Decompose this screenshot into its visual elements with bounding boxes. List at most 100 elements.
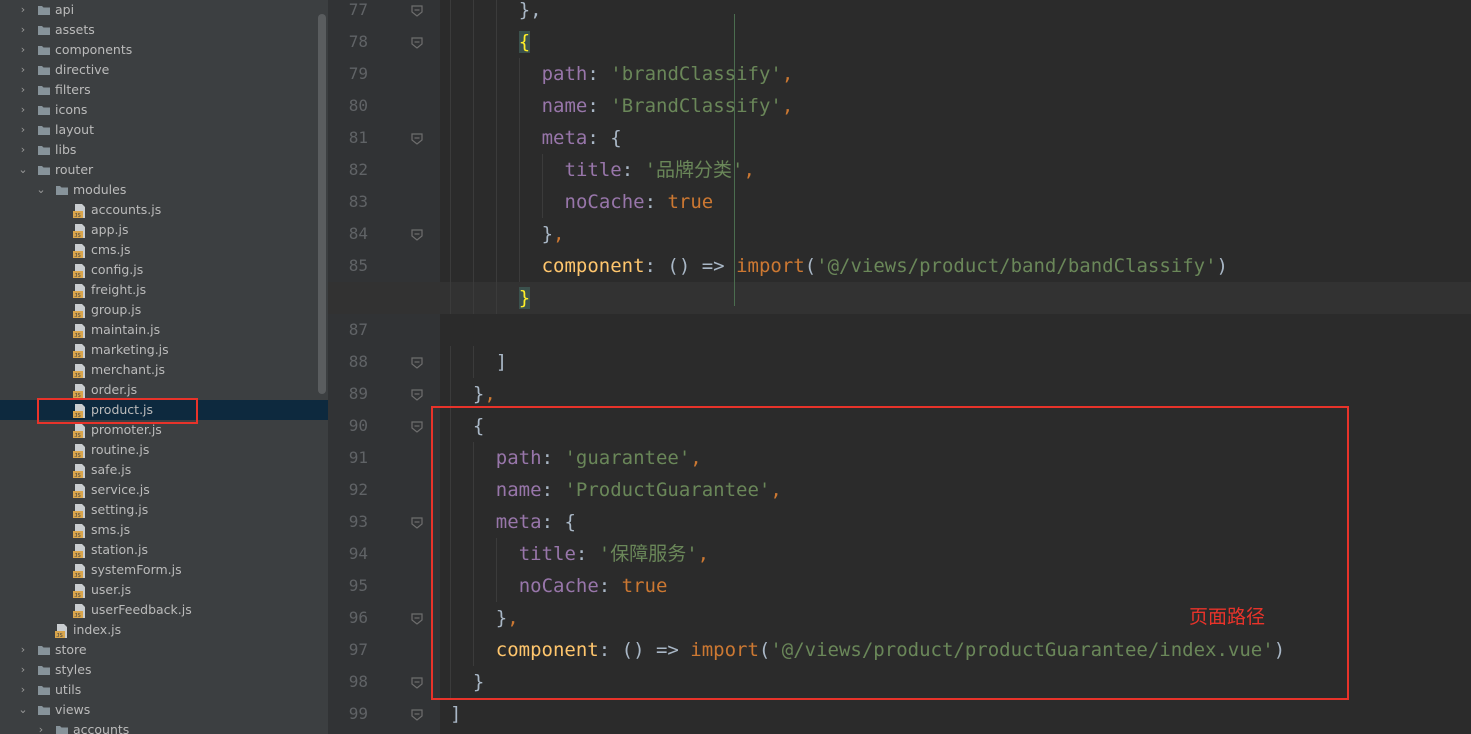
tree-item-utils[interactable]: › utils — [0, 680, 328, 700]
code-line[interactable] — [328, 314, 1471, 346]
js-file-icon: JS — [73, 363, 87, 379]
chevron-right-icon[interactable]: › — [16, 120, 30, 140]
tree-item-marketing-js[interactable]: JS marketing.js — [0, 340, 328, 360]
folder-icon — [37, 63, 51, 77]
tree-item-accounts-js[interactable]: JS accounts.js — [0, 200, 328, 220]
indent-guide — [450, 282, 451, 314]
code-line[interactable]: path: 'brandClassify', — [328, 58, 1471, 90]
chevron-right-icon[interactable]: › — [16, 40, 30, 60]
tree-item-router[interactable]: ⌄ router — [0, 160, 328, 180]
tree-item-api[interactable]: › api — [0, 0, 328, 20]
chevron-right-icon[interactable]: › — [16, 60, 30, 80]
tree-item-assets[interactable]: › assets — [0, 20, 328, 40]
tree-item-systemform-js[interactable]: JS systemForm.js — [0, 560, 328, 580]
code-line[interactable]: ] — [328, 698, 1471, 730]
js-file-icon: JS — [73, 243, 87, 259]
code-line[interactable]: meta: { — [328, 122, 1471, 154]
tree-item-layout[interactable]: › layout — [0, 120, 328, 140]
tree-item-libs[interactable]: › libs — [0, 140, 328, 160]
tree-item-label: router — [55, 162, 94, 177]
tree-item-index-js[interactable]: JS index.js — [0, 620, 328, 640]
tree-item-components[interactable]: › components — [0, 40, 328, 60]
tree-item-station-js[interactable]: JS station.js — [0, 540, 328, 560]
code-line[interactable]: title: '品牌分类', — [328, 154, 1471, 186]
tree-item-filters[interactable]: › filters — [0, 80, 328, 100]
chevron-down-icon[interactable]: ⌄ — [16, 700, 30, 720]
code-line[interactable]: }, — [328, 218, 1471, 250]
indent-guide — [495, 26, 497, 58]
code-token-str: '品牌分类' — [644, 159, 744, 181]
chevron-down-icon[interactable]: ⌄ — [16, 160, 30, 180]
indent-guide — [472, 186, 474, 218]
tree-item-label: marketing.js — [91, 342, 169, 357]
chevron-right-icon[interactable]: › — [16, 680, 30, 700]
code-content: ] — [450, 698, 461, 730]
tree-item-config-js[interactable]: JS config.js — [0, 260, 328, 280]
tree-item-userfeedback-js[interactable]: JS userFeedback.js — [0, 600, 328, 620]
code-token-punc: ( — [804, 255, 817, 277]
svg-text:JS: JS — [74, 473, 81, 479]
tree-item-label: views — [55, 702, 91, 717]
code-line[interactable]: ] — [328, 346, 1471, 378]
tree-item-accounts[interactable]: › accounts — [0, 720, 328, 734]
tree-item-label: layout — [55, 122, 95, 137]
chevron-right-icon[interactable]: › — [16, 640, 30, 660]
js-file-icon: JS — [73, 323, 87, 339]
tree-item-order-js[interactable]: JS order.js — [0, 380, 328, 400]
tree-item-label: station.js — [91, 542, 148, 557]
js-file-icon: JS — [73, 543, 87, 559]
tree-item-styles[interactable]: › styles — [0, 660, 328, 680]
tree-item-service-js[interactable]: JS service.js — [0, 480, 328, 500]
tree-item-routine-js[interactable]: JS routine.js — [0, 440, 328, 460]
indent-guide — [495, 250, 497, 282]
chevron-down-icon[interactable]: ⌄ — [34, 180, 48, 200]
chevron-right-icon[interactable]: › — [16, 660, 30, 680]
code-line[interactable]: } — [328, 282, 1471, 314]
tree-item-label: libs — [55, 142, 77, 157]
js-file-icon: JS — [73, 223, 87, 239]
js-file-icon: JS — [73, 263, 87, 279]
indent-guide — [472, 26, 474, 58]
tree-item-group-js[interactable]: JS group.js — [0, 300, 328, 320]
tree-item-icons[interactable]: › icons — [0, 100, 328, 120]
chevron-right-icon[interactable]: › — [16, 80, 30, 100]
tree-item-cms-js[interactable]: JS cms.js — [0, 240, 328, 260]
js-file-icon: JS — [73, 603, 87, 619]
tree-item-label: app.js — [91, 222, 129, 237]
chevron-right-icon[interactable]: › — [16, 0, 30, 20]
indent-guide — [450, 58, 451, 90]
code-line[interactable]: { — [328, 26, 1471, 58]
code-content: }, — [519, 0, 542, 26]
tree-item-safe-js[interactable]: JS safe.js — [0, 460, 328, 480]
chevron-right-icon[interactable]: › — [16, 140, 30, 160]
tree-item-merchant-js[interactable]: JS merchant.js — [0, 360, 328, 380]
tree-item-maintain-js[interactable]: JS maintain.js — [0, 320, 328, 340]
tree-item-freight-js[interactable]: JS freight.js — [0, 280, 328, 300]
code-line[interactable]: name: 'BrandClassify', — [328, 90, 1471, 122]
indent-guide — [472, 282, 474, 314]
indent-guide — [518, 186, 520, 218]
chevron-right-icon[interactable]: › — [16, 20, 30, 40]
chevron-right-icon[interactable]: › — [34, 720, 48, 734]
chevron-right-icon[interactable]: › — [16, 100, 30, 120]
tree-item-modules[interactable]: ⌄ modules — [0, 180, 328, 200]
svg-text:JS: JS — [74, 513, 81, 519]
code-token-brace: { — [518, 31, 531, 53]
tree-item-setting-js[interactable]: JS setting.js — [0, 500, 328, 520]
code-line[interactable]: }, — [328, 0, 1471, 26]
folder-icon — [37, 143, 51, 157]
tree-item-user-js[interactable]: JS user.js — [0, 580, 328, 600]
project-tree-scrollbar[interactable] — [318, 14, 326, 394]
indent-guide — [472, 154, 474, 186]
tree-item-directive[interactable]: › directive — [0, 60, 328, 80]
tree-item-store[interactable]: › store — [0, 640, 328, 660]
tree-item-sms-js[interactable]: JS sms.js — [0, 520, 328, 540]
tree-item-views[interactable]: ⌄ views — [0, 700, 328, 720]
code-token-str: 'brandClassify' — [610, 63, 782, 85]
code-line[interactable]: component: () => import('@/views/product… — [328, 250, 1471, 282]
code-token-kw: true — [667, 191, 714, 213]
code-line[interactable]: noCache: true — [328, 186, 1471, 218]
fold-scope-line — [734, 14, 735, 306]
code-token-punc: : — [621, 159, 645, 181]
tree-item-app-js[interactable]: JS app.js — [0, 220, 328, 240]
